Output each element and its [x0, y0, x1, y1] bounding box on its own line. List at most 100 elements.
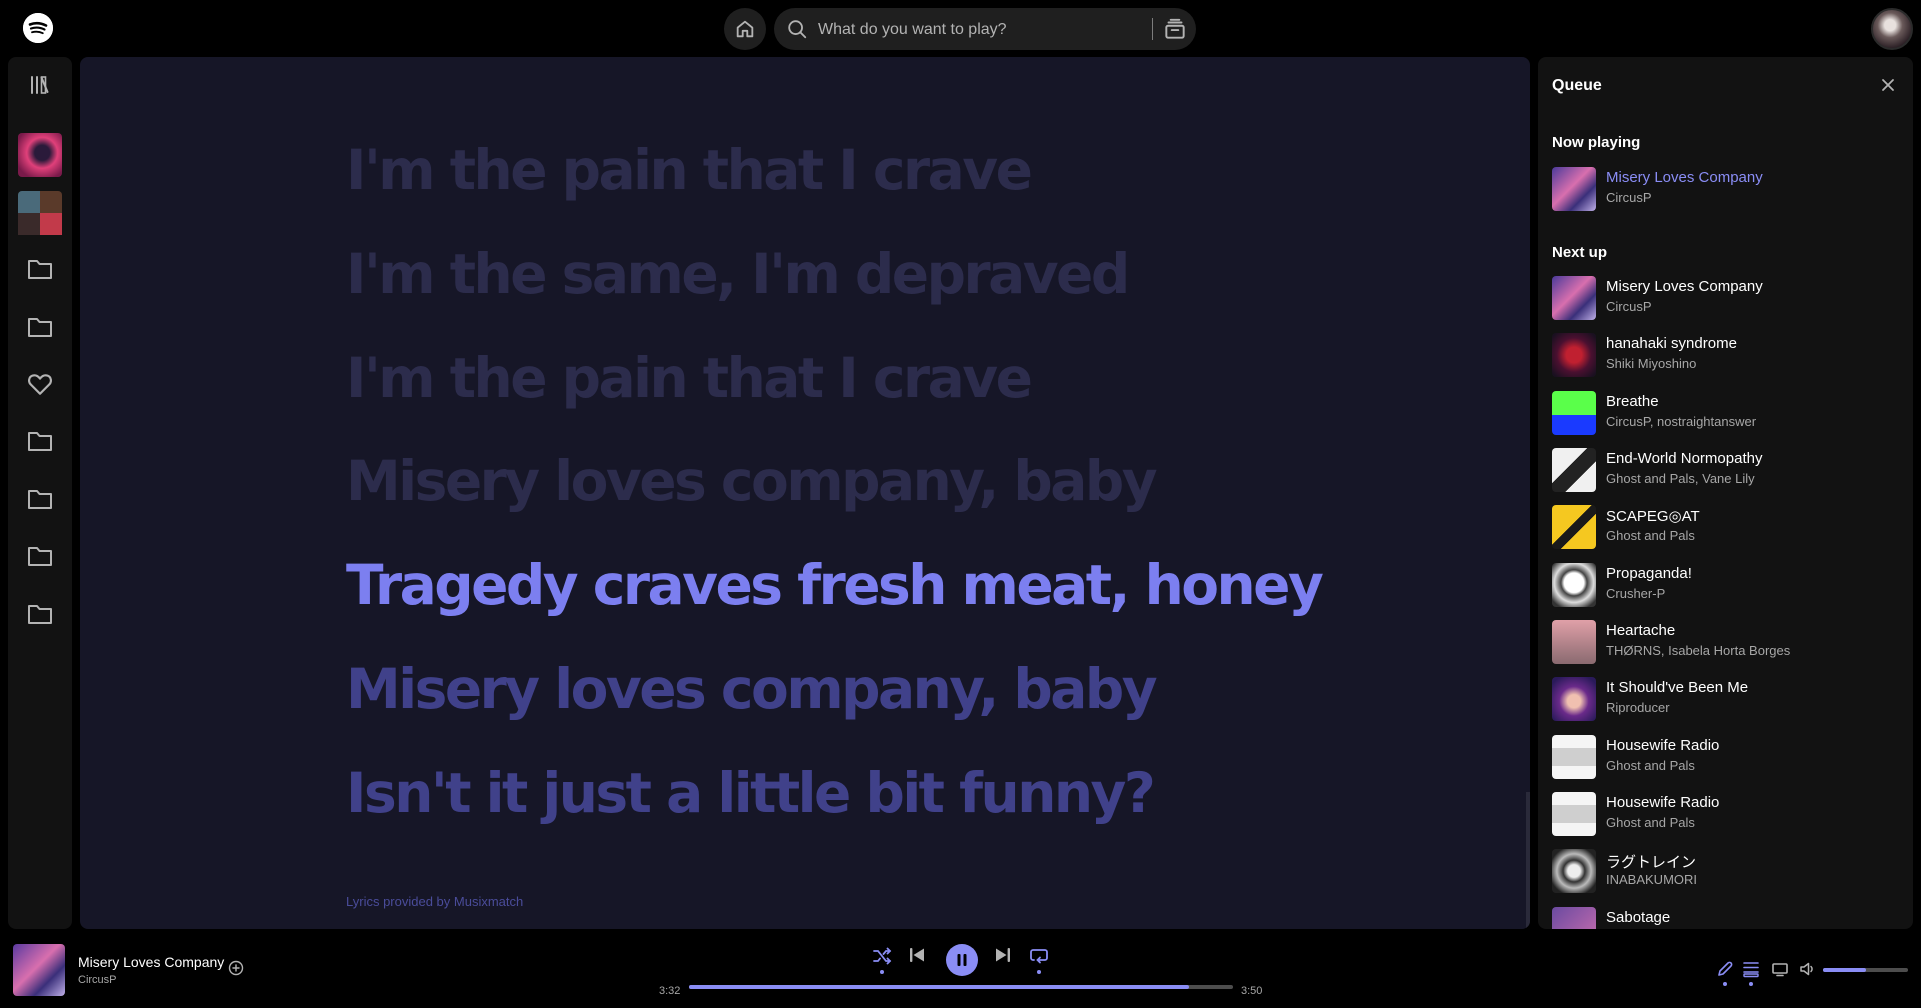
search-input[interactable]: [816, 18, 1160, 42]
track-artist[interactable]: Ghost and Pals, Vane Lily: [1606, 471, 1755, 486]
top-bar: [0, 0, 1921, 56]
now-playing-artist[interactable]: CircusP: [78, 974, 117, 986]
folder-icon[interactable]: [20, 594, 60, 634]
user-avatar[interactable]: [1871, 8, 1913, 50]
lyrics-icon[interactable]: [1716, 960, 1734, 978]
album-art: [1552, 391, 1596, 435]
track-name: Sabotage: [1606, 909, 1671, 926]
previous-button[interactable]: [908, 946, 926, 964]
volume-slider[interactable]: [1823, 968, 1908, 972]
album-art: [1552, 907, 1596, 929]
search-bar: [774, 8, 1196, 50]
track-artist[interactable]: THØRNS, Isabela Horta Borges: [1606, 643, 1790, 658]
queue-item[interactable]: Breathe CircusP, nostraightanswer: [1552, 389, 1902, 437]
shuffle-button[interactable]: [872, 946, 892, 966]
queue-icon[interactable]: [1742, 960, 1760, 978]
queue-item[interactable]: End-World Normopathy Ghost and Pals, Van…: [1552, 446, 1902, 494]
close-icon[interactable]: [1880, 77, 1896, 93]
browse-icon[interactable]: [1162, 16, 1188, 42]
album-art: [1552, 167, 1596, 211]
track-artist[interactable]: Ghost and Pals: [1606, 815, 1695, 830]
progress-bar[interactable]: [689, 985, 1233, 989]
skip-forward-icon: [996, 948, 1010, 962]
queue-panel: Queue Now playing Misery Loves Company C…: [1538, 57, 1913, 929]
lyrics-credit[interactable]: Lyrics provided by Musixmatch: [346, 894, 523, 909]
track-name: Heartache: [1606, 622, 1676, 639]
queue-item[interactable]: Propaganda! Crusher-P: [1552, 561, 1902, 609]
lyric-line[interactable]: Misery loves company, baby: [346, 657, 1158, 721]
track-artist[interactable]: Ghost and Pals: [1606, 528, 1695, 543]
player-bar: Misery Loves Company CircusP 3:32 3:50: [0, 930, 1921, 1008]
repeat-button[interactable]: [1029, 946, 1049, 966]
library-icon[interactable]: [20, 65, 60, 105]
now-playing-title[interactable]: Misery Loves Company: [78, 954, 224, 970]
track-artist[interactable]: Ghost and Pals: [1606, 758, 1695, 773]
lyric-line-active[interactable]: Tragedy craves fresh meat, honey: [346, 553, 1324, 617]
lyric-line[interactable]: I'm the pain that I crave: [346, 346, 1033, 410]
album-art: [1552, 677, 1596, 721]
track-name: It Should've Been Me: [1606, 679, 1749, 696]
pause-button[interactable]: [946, 944, 978, 976]
folder-icon[interactable]: [20, 307, 60, 347]
elapsed-time: 3:32: [659, 985, 681, 997]
queue-item[interactable]: Misery Loves Company CircusP: [1552, 274, 1902, 322]
next-up-heading: Next up: [1552, 244, 1608, 261]
heart-icon[interactable]: [20, 364, 60, 404]
album-art: [1552, 333, 1596, 377]
track-artist[interactable]: Shiki Miyoshino: [1606, 356, 1696, 371]
track-name: SCAPEG◎AT: [1606, 508, 1700, 525]
repeat-active-dot: [1037, 970, 1041, 974]
lyrics-active-dot: [1723, 982, 1727, 986]
connect-device-icon[interactable]: [1771, 960, 1789, 978]
track-name: Misery Loves Company: [1606, 169, 1763, 186]
track-artist[interactable]: CircusP: [1606, 299, 1652, 314]
next-button[interactable]: [994, 946, 1012, 964]
playlist-thumb-1[interactable]: [18, 133, 62, 177]
album-art: [1552, 505, 1596, 549]
queue-item[interactable]: Sabotage: [1552, 905, 1902, 929]
queue-now-playing-row[interactable]: Misery Loves Company CircusP: [1552, 165, 1902, 213]
track-artist[interactable]: INABAKUMORI: [1606, 872, 1697, 887]
playlist-thumb-2[interactable]: [18, 191, 62, 235]
lyric-line[interactable]: I'm the same, I'm depraved: [346, 242, 1130, 306]
lyric-line[interactable]: Isn't it just a little bit funny?: [346, 761, 1156, 825]
album-art: [1552, 563, 1596, 607]
track-artist[interactable]: Crusher-P: [1606, 586, 1665, 601]
total-duration: 3:50: [1241, 985, 1263, 997]
queue-item[interactable]: Heartache THØRNS, Isabela Horta Borges: [1552, 618, 1902, 666]
now-playing-album-art[interactable]: [13, 944, 65, 996]
scrollbar-thumb[interactable]: [1526, 792, 1530, 929]
album-art: [1552, 448, 1596, 492]
album-art: [1552, 792, 1596, 836]
track-artist[interactable]: CircusP, nostraightanswer: [1606, 414, 1756, 429]
track-name: Misery Loves Company: [1606, 278, 1763, 295]
queue-item[interactable]: SCAPEG◎AT Ghost and Pals: [1552, 503, 1902, 551]
progress-bar-fill: [689, 985, 1190, 989]
queue-item[interactable]: It Should've Been Me Riproducer: [1552, 675, 1902, 723]
queue-item[interactable]: ラグトレイン INABAKUMORI: [1552, 847, 1902, 895]
volume-icon[interactable]: [1799, 960, 1817, 978]
track-name: Breathe: [1606, 393, 1659, 410]
track-artist[interactable]: CircusP: [1606, 190, 1652, 205]
track-artist[interactable]: Riproducer: [1606, 700, 1670, 715]
album-art: [1552, 735, 1596, 779]
queue-item[interactable]: hanahaki syndrome Shiki Miyoshino: [1552, 331, 1902, 379]
pause-icon: [957, 954, 967, 966]
track-name: Housewife Radio: [1606, 794, 1720, 811]
queue-item[interactable]: Housewife Radio Ghost and Pals: [1552, 733, 1902, 781]
queue-item[interactable]: Housewife Radio Ghost and Pals: [1552, 790, 1902, 838]
home-button[interactable]: [724, 8, 766, 50]
folder-icon[interactable]: [20, 536, 60, 576]
folder-icon[interactable]: [20, 421, 60, 461]
album-art: [1552, 849, 1596, 893]
folder-icon[interactable]: [20, 479, 60, 519]
spotify-logo-icon[interactable]: [23, 13, 53, 43]
add-to-library-icon[interactable]: [228, 960, 244, 976]
track-name: ラグトレイン: [1606, 854, 1697, 871]
lyric-line[interactable]: Misery loves company, baby: [346, 449, 1158, 513]
lyric-line[interactable]: I'm the pain that I crave: [346, 138, 1033, 202]
track-name: hanahaki syndrome: [1606, 335, 1737, 352]
album-art: [1552, 276, 1596, 320]
folder-icon[interactable]: [20, 249, 60, 289]
search-icon[interactable]: [786, 18, 808, 40]
